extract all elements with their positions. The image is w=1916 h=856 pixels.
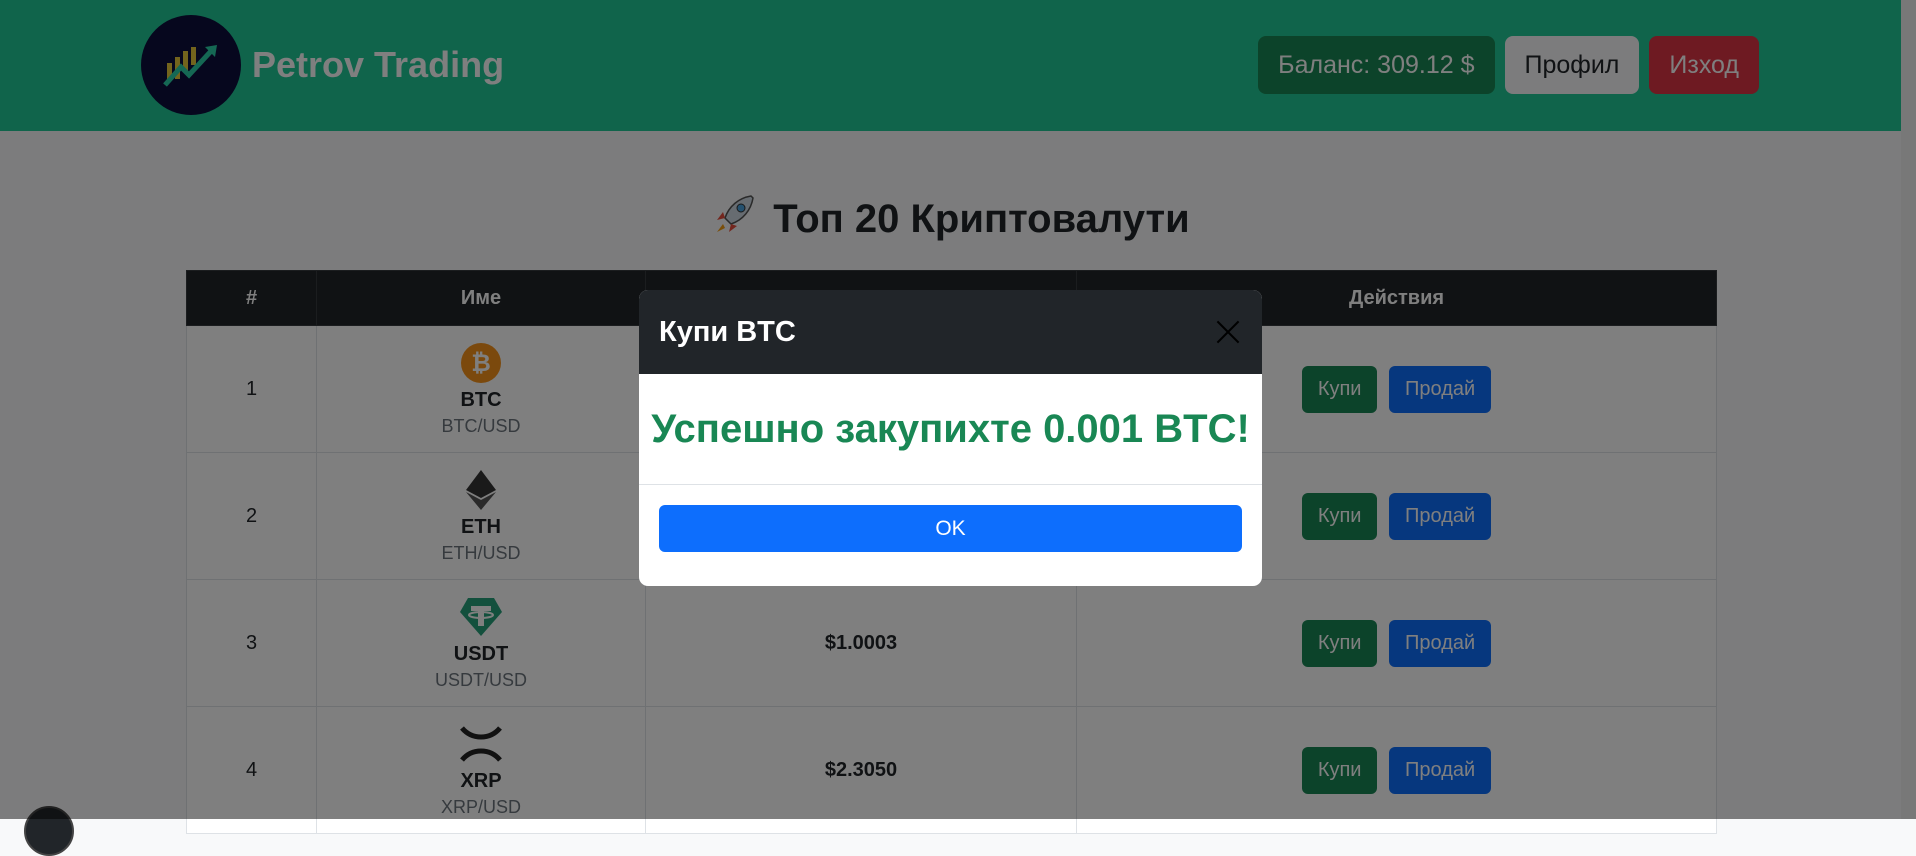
ok-button[interactable]: OK [659, 505, 1242, 552]
close-icon[interactable] [1214, 318, 1242, 346]
success-message: Успешно закупихте 0.001 BTC! [651, 406, 1250, 451]
modal-body: Успешно закупихте 0.001 BTC! [639, 374, 1262, 485]
modal-header: Купи BTC [639, 290, 1262, 374]
buy-modal: Купи BTC Успешно закупихте 0.001 BTC! OK [639, 290, 1262, 586]
modal-title: Купи BTC [659, 315, 796, 348]
modal-footer: OK [639, 485, 1262, 572]
